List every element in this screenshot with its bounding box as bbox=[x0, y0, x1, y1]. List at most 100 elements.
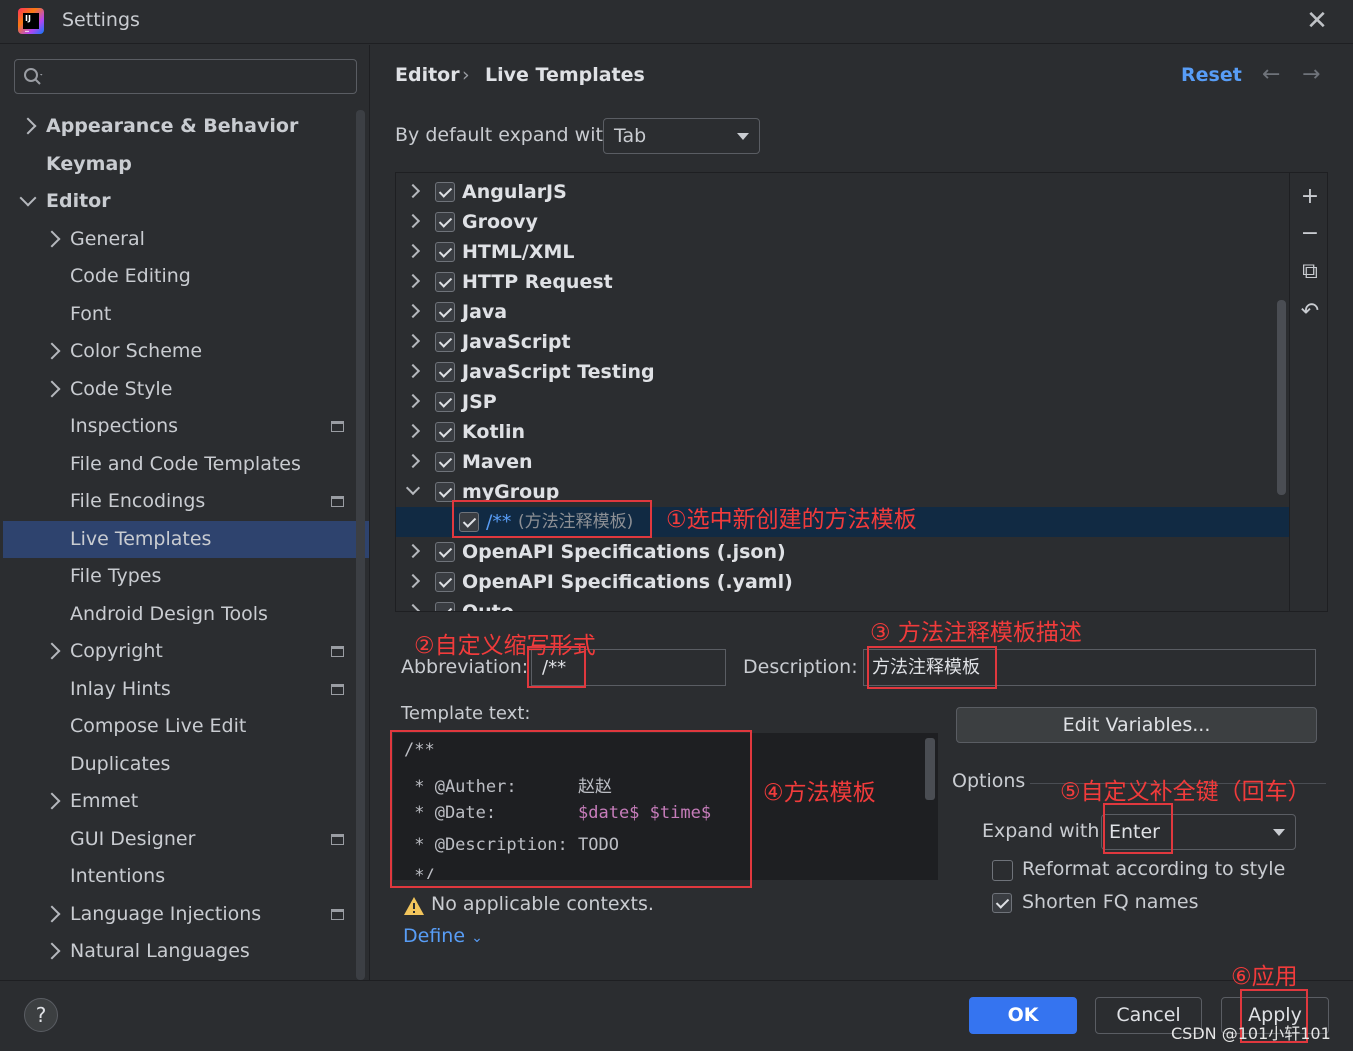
sidebar-item[interactable]: Emmet bbox=[0, 783, 350, 820]
enabled-checkbox[interactable] bbox=[435, 182, 455, 202]
sidebar-item[interactable]: Inlay Hints bbox=[0, 671, 350, 708]
enabled-checkbox[interactable] bbox=[435, 362, 455, 382]
chevron-right-icon[interactable] bbox=[405, 453, 421, 469]
enabled-checkbox[interactable] bbox=[435, 212, 455, 232]
template-group[interactable]: Kotlin bbox=[396, 417, 1289, 447]
breadcrumb-separator: › bbox=[462, 64, 470, 86]
chevron-right-icon[interactable] bbox=[43, 642, 61, 660]
chevron-right-icon[interactable] bbox=[43, 380, 61, 397]
sidebar-item[interactable]: Code Style bbox=[0, 371, 350, 408]
template-label: JSP bbox=[462, 391, 497, 413]
chevron-right-icon[interactable] bbox=[43, 792, 61, 810]
reset-link[interactable]: Reset bbox=[1181, 64, 1242, 86]
sidebar-item[interactable]: Inspections bbox=[0, 408, 350, 445]
template-group[interactable]: AngularJS bbox=[396, 177, 1289, 207]
chevron-right-icon[interactable] bbox=[405, 363, 421, 379]
breadcrumb-editor[interactable]: Editor bbox=[395, 64, 460, 86]
project-scope-icon bbox=[331, 833, 344, 845]
chevron-right-icon[interactable] bbox=[19, 117, 37, 135]
enabled-checkbox[interactable] bbox=[435, 542, 455, 562]
sidebar-item-label: Compose Live Edit bbox=[70, 715, 247, 737]
template-group[interactable]: HTTP Request bbox=[396, 267, 1289, 297]
template-group[interactable]: Groovy bbox=[396, 207, 1289, 237]
template-label: AngularJS bbox=[462, 181, 567, 203]
sidebar-item-label: Live Templates bbox=[70, 527, 212, 550]
shorten-fq-checkbox[interactable] bbox=[992, 893, 1012, 913]
sidebar-item[interactable]: Keymap bbox=[0, 146, 350, 183]
sidebar-item[interactable]: Compose Live Edit bbox=[0, 708, 350, 745]
reformat-checkbox[interactable] bbox=[992, 860, 1013, 881]
template-group[interactable]: Java bbox=[396, 297, 1289, 327]
sidebar-item[interactable]: Editor bbox=[0, 183, 350, 220]
chevron-right-icon[interactable] bbox=[405, 423, 421, 439]
edit-variables-button[interactable]: Edit Variables... bbox=[956, 707, 1317, 743]
enabled-checkbox[interactable] bbox=[435, 272, 455, 292]
template-group[interactable]: JavaScript bbox=[396, 327, 1289, 357]
chevron-right-icon[interactable] bbox=[405, 603, 421, 611]
enabled-checkbox[interactable] bbox=[435, 572, 455, 592]
back-arrow-icon[interactable]: ← bbox=[1262, 62, 1280, 87]
default-expand-select[interactable]: Tab bbox=[603, 118, 760, 154]
template-group[interactable]: HTML/XML bbox=[396, 237, 1289, 267]
template-scrollbar[interactable] bbox=[925, 738, 935, 800]
sidebar-item[interactable]: Appearance & Behavior bbox=[0, 108, 350, 145]
sidebar-item[interactable]: Natural Languages bbox=[0, 933, 350, 970]
enabled-checkbox[interactable] bbox=[435, 602, 455, 611]
help-button[interactable]: ? bbox=[24, 998, 58, 1032]
chevron-right-icon[interactable] bbox=[405, 393, 421, 409]
chevron-right-icon[interactable] bbox=[405, 243, 421, 259]
chevron-right-icon[interactable] bbox=[405, 333, 421, 349]
template-group[interactable]: JSP bbox=[396, 387, 1289, 417]
chevron-down-icon[interactable] bbox=[405, 480, 421, 496]
sidebar-item[interactable]: GUI Designer bbox=[0, 821, 350, 858]
enabled-checkbox[interactable] bbox=[435, 482, 455, 502]
copy-icon[interactable]: ⧉ bbox=[1297, 259, 1323, 285]
template-group[interactable]: Maven bbox=[396, 447, 1289, 477]
sidebar-item[interactable]: Font bbox=[0, 296, 350, 333]
settings-search-input[interactable] bbox=[14, 59, 357, 94]
restore-icon[interactable]: ↶ bbox=[1297, 299, 1323, 325]
chevron-right-icon[interactable] bbox=[43, 342, 61, 360]
template-group[interactable]: OpenAPI Specifications (.yaml) bbox=[396, 567, 1289, 597]
chevron-right-icon[interactable] bbox=[405, 183, 421, 199]
chevron-right-icon[interactable] bbox=[43, 905, 61, 922]
enabled-checkbox[interactable] bbox=[435, 302, 455, 322]
enabled-checkbox[interactable] bbox=[435, 332, 455, 352]
define-contexts-link[interactable]: Define ⌄ bbox=[403, 925, 483, 947]
template-group[interactable]: OpenAPI Specifications (.json) bbox=[396, 537, 1289, 567]
ok-button[interactable]: OK bbox=[969, 997, 1077, 1034]
sidebar-scrollbar[interactable] bbox=[356, 110, 365, 980]
sidebar-item[interactable]: Live Templates bbox=[3, 520, 369, 558]
close-button[interactable]: ✕ bbox=[1303, 8, 1331, 36]
enabled-checkbox[interactable] bbox=[435, 392, 455, 412]
sidebar-item-label: Natural Languages bbox=[70, 940, 250, 962]
chevron-right-icon[interactable] bbox=[405, 573, 421, 589]
sidebar-item[interactable]: Duplicates bbox=[0, 746, 350, 783]
sidebar-item[interactable]: File Types bbox=[0, 558, 350, 595]
enabled-checkbox[interactable] bbox=[435, 422, 455, 442]
tree-scrollbar[interactable] bbox=[1277, 300, 1286, 495]
sidebar-item[interactable]: Android Design Tools bbox=[0, 596, 350, 633]
sidebar-item[interactable]: Copyright bbox=[0, 633, 350, 670]
chevron-right-icon[interactable] bbox=[405, 213, 421, 229]
enabled-checkbox[interactable] bbox=[435, 242, 455, 262]
sidebar-item[interactable]: File and Code Templates bbox=[0, 446, 350, 483]
sidebar-item[interactable]: Intentions bbox=[0, 858, 350, 895]
add-icon[interactable]: + bbox=[1297, 184, 1323, 210]
chevron-right-icon[interactable] bbox=[405, 543, 421, 559]
chevron-right-icon[interactable] bbox=[405, 303, 421, 319]
sidebar-item[interactable]: Code Editing bbox=[0, 258, 350, 295]
sidebar-item[interactable]: Language Injections bbox=[0, 896, 350, 933]
sidebar-item[interactable]: Color Scheme bbox=[0, 333, 350, 370]
template-group[interactable]: JavaScript Testing bbox=[396, 357, 1289, 387]
chevron-right-icon[interactable] bbox=[405, 273, 421, 289]
chevron-down-icon[interactable] bbox=[19, 189, 37, 207]
template-group[interactable]: Outo bbox=[396, 597, 1289, 611]
chevron-right-icon[interactable] bbox=[43, 230, 61, 247]
chevron-right-icon[interactable] bbox=[43, 942, 61, 960]
sidebar-item[interactable]: General bbox=[0, 221, 350, 258]
forward-arrow-icon[interactable]: → bbox=[1302, 62, 1320, 87]
sidebar-item[interactable]: File Encodings bbox=[0, 483, 350, 520]
enabled-checkbox[interactable] bbox=[435, 452, 455, 472]
remove-icon[interactable]: − bbox=[1297, 221, 1323, 247]
